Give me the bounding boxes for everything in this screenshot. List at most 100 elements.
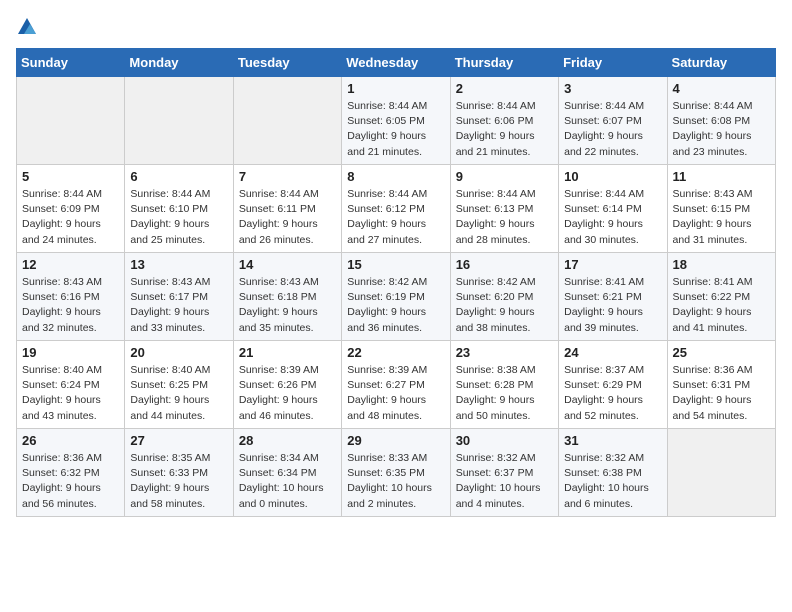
calendar-week-row: 1 Sunrise: 8:44 AMSunset: 6:05 PMDaylight… [17,77,776,165]
day-number: 2 [456,81,553,96]
day-info: Sunrise: 8:42 AMSunset: 6:20 PMDaylight:… [456,275,553,336]
calendar-day-cell: 24 Sunrise: 8:37 AMSunset: 6:29 PMDayligh… [559,341,667,429]
day-number: 19 [22,345,119,360]
calendar-day-cell: 4 Sunrise: 8:44 AMSunset: 6:08 PMDaylight… [667,77,775,165]
day-info: Sunrise: 8:35 AMSunset: 6:33 PMDaylight:… [130,451,227,512]
day-info: Sunrise: 8:44 AMSunset: 6:08 PMDaylight:… [673,99,770,160]
calendar-week-row: 19 Sunrise: 8:40 AMSunset: 6:24 PMDayligh… [17,341,776,429]
day-number: 22 [347,345,444,360]
day-number: 21 [239,345,336,360]
calendar-day-cell: 2 Sunrise: 8:44 AMSunset: 6:06 PMDaylight… [450,77,558,165]
weekday-header: Tuesday [233,49,341,77]
calendar-day-cell: 9 Sunrise: 8:44 AMSunset: 6:13 PMDaylight… [450,165,558,253]
day-info: Sunrise: 8:39 AMSunset: 6:27 PMDaylight:… [347,363,444,424]
day-info: Sunrise: 8:40 AMSunset: 6:24 PMDaylight:… [22,363,119,424]
day-info: Sunrise: 8:43 AMSunset: 6:18 PMDaylight:… [239,275,336,336]
day-number: 14 [239,257,336,272]
calendar-day-cell [17,77,125,165]
day-info: Sunrise: 8:44 AMSunset: 6:11 PMDaylight:… [239,187,336,248]
day-number: 28 [239,433,336,448]
calendar-day-cell: 13 Sunrise: 8:43 AMSunset: 6:17 PMDayligh… [125,253,233,341]
day-number: 25 [673,345,770,360]
calendar-day-cell [667,429,775,517]
day-info: Sunrise: 8:44 AMSunset: 6:09 PMDaylight:… [22,187,119,248]
calendar-day-cell: 20 Sunrise: 8:40 AMSunset: 6:25 PMDayligh… [125,341,233,429]
day-info: Sunrise: 8:40 AMSunset: 6:25 PMDaylight:… [130,363,227,424]
day-number: 24 [564,345,661,360]
day-number: 8 [347,169,444,184]
calendar-day-cell: 21 Sunrise: 8:39 AMSunset: 6:26 PMDayligh… [233,341,341,429]
calendar-day-cell: 1 Sunrise: 8:44 AMSunset: 6:05 PMDaylight… [342,77,450,165]
day-info: Sunrise: 8:43 AMSunset: 6:16 PMDaylight:… [22,275,119,336]
day-number: 18 [673,257,770,272]
day-number: 13 [130,257,227,272]
calendar-day-cell: 14 Sunrise: 8:43 AMSunset: 6:18 PMDayligh… [233,253,341,341]
day-number: 15 [347,257,444,272]
calendar-day-cell: 5 Sunrise: 8:44 AMSunset: 6:09 PMDaylight… [17,165,125,253]
day-number: 1 [347,81,444,96]
calendar-day-cell: 27Sunrise: 8:35 AMSunset: 6:33 PMDayligh… [125,429,233,517]
day-number: 10 [564,169,661,184]
day-info: Sunrise: 8:41 AMSunset: 6:22 PMDaylight:… [673,275,770,336]
calendar-day-cell: 28 Sunrise: 8:34 AMSunset: 6:34 PMDayligh… [233,429,341,517]
day-info: Sunrise: 8:44 AMSunset: 6:13 PMDaylight:… [456,187,553,248]
day-info: Sunrise: 8:41 AMSunset: 6:21 PMDaylight:… [564,275,661,336]
calendar-day-cell: 15 Sunrise: 8:42 AMSunset: 6:19 PMDayligh… [342,253,450,341]
weekday-header: Sunday [17,49,125,77]
calendar-day-cell: 19 Sunrise: 8:40 AMSunset: 6:24 PMDayligh… [17,341,125,429]
day-info: Sunrise: 8:43 AMSunset: 6:17 PMDaylight:… [130,275,227,336]
calendar-day-cell: 23 Sunrise: 8:38 AMSunset: 6:28 PMDayligh… [450,341,558,429]
day-info: Sunrise: 8:32 AMSunset: 6:38 PMDaylight:… [564,451,661,512]
calendar-day-cell [233,77,341,165]
weekday-header: Thursday [450,49,558,77]
calendar-day-cell [125,77,233,165]
day-number: 31 [564,433,661,448]
calendar-day-cell: 7 Sunrise: 8:44 AMSunset: 6:11 PMDaylight… [233,165,341,253]
day-number: 4 [673,81,770,96]
day-info: Sunrise: 8:32 AMSunset: 6:37 PMDaylight:… [456,451,553,512]
day-info: Sunrise: 8:38 AMSunset: 6:28 PMDaylight:… [456,363,553,424]
calendar-day-cell: 18 Sunrise: 8:41 AMSunset: 6:22 PMDayligh… [667,253,775,341]
calendar-day-cell: 29 Sunrise: 8:33 AMSunset: 6:35 PMDayligh… [342,429,450,517]
day-info: Sunrise: 8:37 AMSunset: 6:29 PMDaylight:… [564,363,661,424]
day-info: Sunrise: 8:44 AMSunset: 6:14 PMDaylight:… [564,187,661,248]
calendar-day-cell: 11 Sunrise: 8:43 AMSunset: 6:15 PMDayligh… [667,165,775,253]
day-info: Sunrise: 8:43 AMSunset: 6:15 PMDaylight:… [673,187,770,248]
calendar-day-cell: 12 Sunrise: 8:43 AMSunset: 6:16 PMDayligh… [17,253,125,341]
day-number: 16 [456,257,553,272]
calendar-table: SundayMondayTuesdayWednesdayThursdayFrid… [16,48,776,517]
day-number: 20 [130,345,227,360]
day-number: 30 [456,433,553,448]
calendar-week-row: 12 Sunrise: 8:43 AMSunset: 6:16 PMDayligh… [17,253,776,341]
day-info: Sunrise: 8:44 AMSunset: 6:07 PMDaylight:… [564,99,661,160]
calendar-day-cell: 26Sunrise: 8:36 AMSunset: 6:32 PMDayligh… [17,429,125,517]
day-info: Sunrise: 8:42 AMSunset: 6:19 PMDaylight:… [347,275,444,336]
logo-icon [16,16,38,38]
day-info: Sunrise: 8:34 AMSunset: 6:34 PMDaylight:… [239,451,336,512]
calendar-day-cell: 16 Sunrise: 8:42 AMSunset: 6:20 PMDayligh… [450,253,558,341]
day-info: Sunrise: 8:44 AMSunset: 6:05 PMDaylight:… [347,99,444,160]
weekday-header: Saturday [667,49,775,77]
day-number: 12 [22,257,119,272]
calendar-day-cell: 8 Sunrise: 8:44 AMSunset: 6:12 PMDaylight… [342,165,450,253]
day-info: Sunrise: 8:36 AMSunset: 6:32 PMDaylight:… [22,451,119,512]
day-number: 5 [22,169,119,184]
calendar-day-cell: 22 Sunrise: 8:39 AMSunset: 6:27 PMDayligh… [342,341,450,429]
calendar-day-cell: 6Sunrise: 8:44 AMSunset: 6:10 PMDaylight… [125,165,233,253]
day-info: Sunrise: 8:39 AMSunset: 6:26 PMDaylight:… [239,363,336,424]
weekday-header: Friday [559,49,667,77]
day-info: Sunrise: 8:33 AMSunset: 6:35 PMDaylight:… [347,451,444,512]
day-number: 23 [456,345,553,360]
calendar-day-cell: 3 Sunrise: 8:44 AMSunset: 6:07 PMDaylight… [559,77,667,165]
weekday-header-row: SundayMondayTuesdayWednesdayThursdayFrid… [17,49,776,77]
day-number: 9 [456,169,553,184]
day-info: Sunrise: 8:44 AMSunset: 6:06 PMDaylight:… [456,99,553,160]
day-number: 29 [347,433,444,448]
calendar-day-cell: 10 Sunrise: 8:44 AMSunset: 6:14 PMDayligh… [559,165,667,253]
day-number: 11 [673,169,770,184]
day-number: 7 [239,169,336,184]
day-number: 3 [564,81,661,96]
day-info: Sunrise: 8:44 AMSunset: 6:12 PMDaylight:… [347,187,444,248]
weekday-header: Monday [125,49,233,77]
day-number: 6 [130,169,227,184]
